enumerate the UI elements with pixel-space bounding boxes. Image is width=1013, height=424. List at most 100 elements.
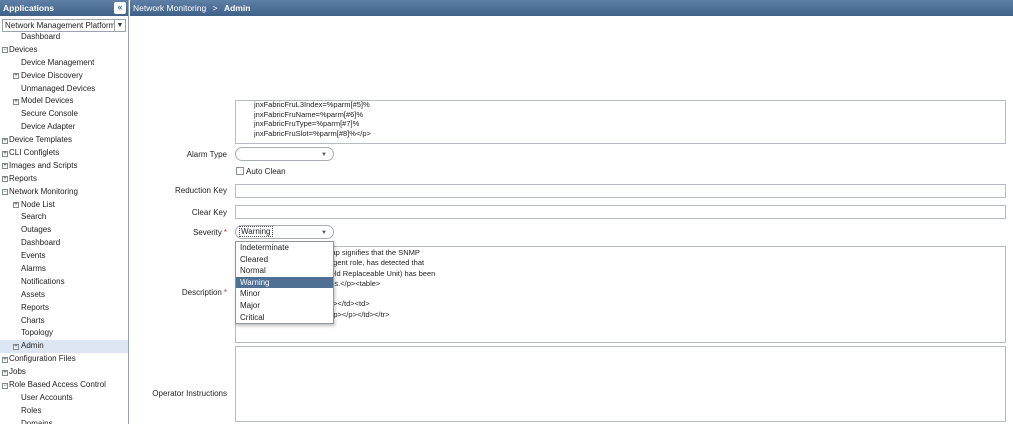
sidebar-item-label: Model Devices: [21, 96, 74, 106]
description-line: b></td><td>: [329, 299, 370, 309]
sidebar-item-network-monitoring[interactable]: − Network Monitoring: [0, 186, 128, 199]
chevron-down-icon: ▼: [321, 152, 327, 158]
collapse-icon[interactable]: −: [2, 189, 8, 196]
sidebar-item-cli-configlets[interactable]: + CLI Configlets: [0, 147, 128, 160]
sidebar-item-label: Alarms: [21, 264, 46, 274]
operator-instructions-textarea[interactable]: [235, 346, 1006, 422]
severity-option-critical[interactable]: Critical: [236, 312, 333, 324]
sidebar-item-role-based-access-control[interactable]: − Role Based Access Control: [0, 379, 128, 392]
event-text-line: jnxFabricFruName=%parm[#6]%: [254, 109, 363, 119]
sidebar-item-label: Search: [21, 212, 47, 222]
sidebar-item-images-and-scripts[interactable]: + Images and Scripts: [0, 160, 128, 173]
reduction-key-input[interactable]: [235, 184, 1006, 198]
platform-select-value: Network Management Platform: [5, 21, 116, 30]
breadcrumb-parent[interactable]: Network Monitoring: [133, 3, 206, 13]
severity-option-cleared[interactable]: Cleared: [236, 254, 333, 266]
sidebar-item-device-management[interactable]: Device Management: [0, 57, 128, 70]
sidebar-item-label: Admin: [21, 341, 44, 351]
breadcrumb: Network Monitoring > Admin: [130, 0, 1013, 16]
sidebar-item-label: Domains: [21, 418, 53, 424]
collapse-sidebar-icon[interactable]: «: [114, 2, 126, 14]
sidebar-item-secure-console[interactable]: Secure Console: [0, 108, 128, 121]
sidebar-item-node-list[interactable]: + Node List: [0, 199, 128, 212]
sidebar-item-unmanaged-devices[interactable]: Unmanaged Devices: [0, 83, 128, 96]
auto-clean-checkbox[interactable]: [236, 167, 244, 175]
sidebar-item-alarms[interactable]: Alarms: [0, 263, 128, 276]
clear-key-input[interactable]: [235, 205, 1006, 219]
sidebar-item-device-adapter[interactable]: Device Adapter: [0, 121, 128, 134]
sidebar-item-label: Configuration Files: [9, 354, 76, 364]
sidebar-item-outages[interactable]: Outages: [0, 224, 128, 237]
collapse-icon[interactable]: −: [2, 47, 8, 54]
sidebar-item-model-devices[interactable]: + Model Devices: [0, 95, 128, 108]
sidebar-item-reports[interactable]: + Reports: [0, 173, 128, 186]
expand-icon[interactable]: +: [2, 369, 8, 376]
sidebar-item-roles[interactable]: Roles: [0, 405, 128, 418]
sidebar-item-dashboard[interactable]: Dashboard: [0, 237, 128, 250]
expand-icon[interactable]: +: [13, 343, 19, 350]
sidebar-item-domains[interactable]: Domains: [0, 418, 128, 424]
breadcrumb-current: Admin: [223, 3, 251, 13]
sidebar-item-configuration-files[interactable]: + Configuration Files: [0, 353, 128, 366]
expand-icon[interactable]: +: [13, 202, 19, 209]
sidebar-item-label: CLI Configlets: [9, 148, 60, 158]
description-line: rap signifies that the SNMP: [329, 248, 420, 257]
sidebar-item-device-templates[interactable]: + Device Templates: [0, 134, 128, 147]
severity-options-list: Indeterminate Cleared Normal Warning Minor Ma…: [235, 241, 334, 325]
expand-icon[interactable]: +: [2, 176, 8, 183]
sidebar-item-label: Network Monitoring: [9, 186, 78, 196]
expand-icon[interactable]: +: [2, 150, 8, 157]
sidebar-item-label: Unmanaged Devices: [21, 83, 96, 93]
sidebar-item-label: Roles: [21, 405, 42, 415]
sidebar-item-user-accounts[interactable]: User Accounts: [0, 392, 128, 405]
expand-icon[interactable]: +: [13, 73, 19, 80]
sidebar-item-charts[interactable]: Charts: [0, 315, 128, 328]
sidebar-item-label: Assets: [21, 289, 46, 299]
clear-key-label: Clear Key: [191, 208, 227, 217]
sidebar-item-label: Device Adapter: [21, 122, 76, 132]
sidebar-item-devices[interactable]: − Devices: [0, 44, 128, 57]
sidebar-item-label: Dashboard: [21, 238, 61, 248]
severity-value: Warning: [239, 226, 273, 237]
expand-icon[interactable]: +: [2, 137, 8, 144]
sidebar-item-admin[interactable]: + Admin: [0, 340, 128, 354]
severity-label: Severity *: [192, 228, 227, 237]
sidebar-item-notifications[interactable]: Notifications: [0, 276, 128, 289]
alarm-type-select[interactable]: ▼: [235, 147, 334, 161]
sidebar-item-label: Jobs: [9, 367, 26, 377]
sidebar-item-label: Device Templates: [9, 135, 72, 145]
alarm-type-label: Alarm Type: [186, 150, 227, 159]
sidebar-item-search[interactable]: Search: [0, 211, 128, 224]
severity-option-major[interactable]: Major: [236, 300, 333, 312]
expand-icon[interactable]: +: [13, 98, 19, 105]
description-line: sis.</p><table>: [329, 278, 381, 288]
sidebar-item-jobs[interactable]: + Jobs: [0, 366, 128, 379]
expand-icon[interactable]: +: [2, 163, 8, 170]
sidebar-item-label: Charts: [21, 315, 45, 325]
sidebar-title: Applications: [3, 3, 55, 13]
severity-option-normal[interactable]: Normal: [236, 265, 333, 277]
sidebar-item-label: Devices: [9, 44, 38, 54]
severity-option-warning[interactable]: Warning: [236, 276, 333, 289]
description-line: agent role, has detected that: [329, 258, 425, 268]
expand-icon[interactable]: +: [2, 356, 8, 363]
severity-select[interactable]: Warning ▼: [235, 225, 334, 239]
chevron-down-icon[interactable]: ▼: [114, 20, 125, 31]
severity-option-indeterminate[interactable]: Indeterminate: [236, 242, 333, 254]
sidebar-item-topology[interactable]: Topology: [0, 327, 128, 340]
sidebar-item-reports[interactable]: Reports: [0, 302, 128, 315]
description-line: ield Replaceable Unit) has been: [329, 268, 436, 278]
severity-option-minor[interactable]: Minor: [236, 288, 333, 300]
required-mark: *: [223, 228, 227, 237]
navigation-tree: Dashboard − Devices Device Management + Devic…: [0, 31, 128, 424]
sidebar-item-device-discovery[interactable]: + Device Discovery: [0, 70, 128, 83]
sidebar-item-assets[interactable]: Assets: [0, 289, 128, 302]
main-form: jnxFabricFruL3Index=%parm[#5]% jnxFabricF…: [130, 16, 1013, 424]
auto-clean-row: Auto Clean: [236, 167, 286, 177]
sidebar-item-dashboard[interactable]: Dashboard: [0, 31, 128, 44]
sidebar-item-events[interactable]: Events: [0, 250, 128, 263]
sidebar: Applications « Network Management Platfo…: [0, 0, 129, 424]
description-label: Description *: [181, 288, 227, 297]
sidebar-item-label: Events: [21, 251, 46, 261]
collapse-icon[interactable]: −: [2, 382, 8, 389]
